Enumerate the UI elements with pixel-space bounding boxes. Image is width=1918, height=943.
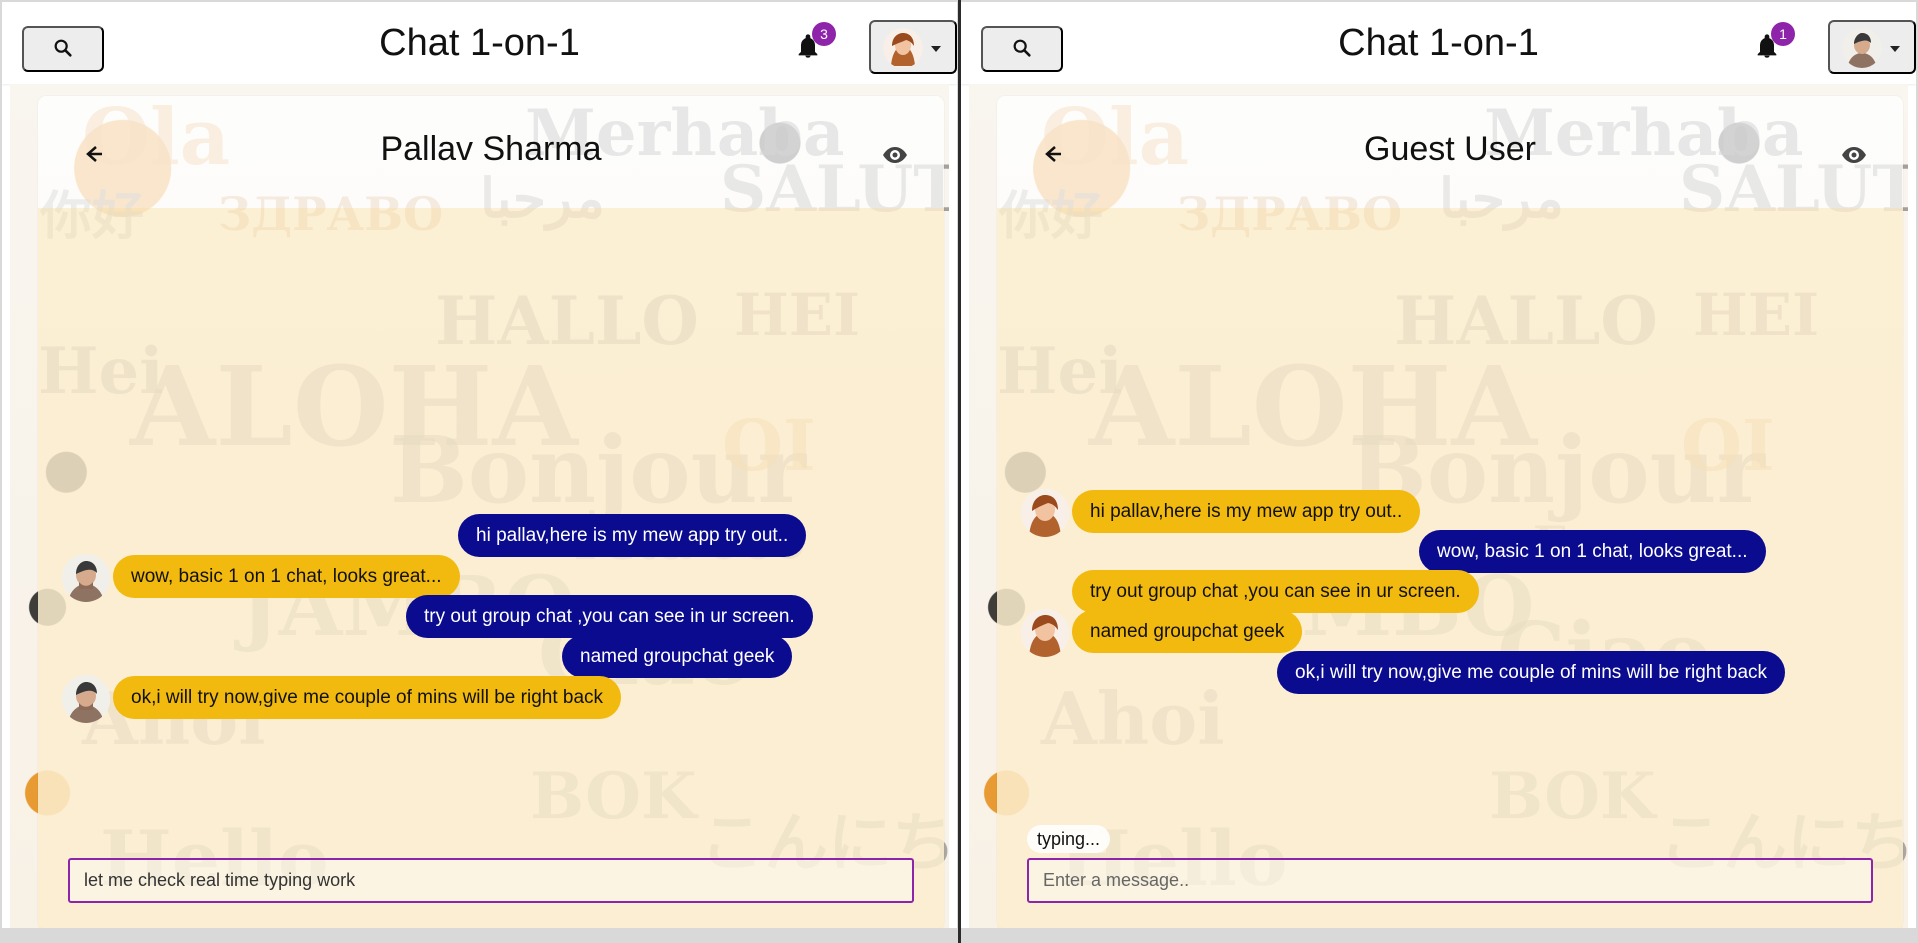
man-avatar-icon xyxy=(62,554,110,602)
message-input[interactable] xyxy=(1029,860,1871,901)
notifications-button[interactable]: 1 xyxy=(1753,22,1795,64)
profile-menu-button[interactable] xyxy=(1828,20,1916,74)
app-header: Chat 1-on-1 3 xyxy=(2,2,957,84)
message-input[interactable] xyxy=(70,860,912,901)
man-avatar-icon xyxy=(1842,28,1882,68)
back-arrow-icon[interactable] xyxy=(80,140,108,168)
message-bubble: wow, basic 1 on 1 chat, looks great... xyxy=(1419,530,1766,573)
profile-menu-button[interactable] xyxy=(869,20,957,74)
notification-badge: 3 xyxy=(812,22,836,46)
chat-header: Guest User xyxy=(997,96,1903,208)
message-bubble: wow, basic 1 on 1 chat, looks great... xyxy=(113,555,460,598)
man-avatar-icon xyxy=(62,675,110,723)
message-composer[interactable] xyxy=(1027,858,1873,903)
dual-chat-screenshot: Chat 1-on-1 3 Pallav Sharma hi pallav,he… xyxy=(0,0,1918,943)
message-bubble: ok,i will try now,give me couple of mins… xyxy=(113,676,622,719)
woman-avatar-icon xyxy=(883,28,923,68)
message-bubble: ok,i will try now,give me couple of mins… xyxy=(1277,651,1786,694)
message-area: hi pallav,here is my mew app try out.. w… xyxy=(38,208,944,928)
right-chat-window: Chat 1-on-1 1 Guest User hi pallav,here … xyxy=(961,2,1916,928)
woman-avatar-icon xyxy=(1021,609,1069,657)
search-icon xyxy=(1011,37,1033,62)
woman-avatar-icon xyxy=(1021,489,1069,537)
message-area: hi pallav,here is my mew app try out.. w… xyxy=(997,208,1903,928)
eye-icon[interactable] xyxy=(880,140,910,170)
message-bubble: try out group chat ,you can see in ur sc… xyxy=(406,595,813,638)
app-header: Chat 1-on-1 1 xyxy=(961,2,1916,84)
eye-icon[interactable] xyxy=(1839,140,1869,170)
bell-icon xyxy=(1753,34,1781,64)
message-list: hi pallav,here is my mew app try out.. w… xyxy=(997,208,1903,928)
bell-icon xyxy=(794,34,822,64)
chat-partner-name: Pallav Sharma xyxy=(380,130,602,168)
search-icon xyxy=(52,37,74,62)
message-bubble: try out group chat ,you can see in ur sc… xyxy=(1072,570,1479,613)
message-list: hi pallav,here is my mew app try out.. w… xyxy=(38,208,944,928)
left-chat-window: Chat 1-on-1 3 Pallav Sharma hi pallav,he… xyxy=(2,2,957,928)
chevron-down-icon xyxy=(1888,42,1902,56)
message-bubble: named groupchat geek xyxy=(562,635,793,678)
chat-partner-name: Guest User xyxy=(1364,130,1536,168)
search-button[interactable] xyxy=(981,26,1063,72)
search-button[interactable] xyxy=(22,26,104,72)
typing-indicator: typing... xyxy=(1027,825,1111,853)
back-arrow-icon[interactable] xyxy=(1039,140,1067,168)
chat-card: Guest User hi pallav,here is my mew app … xyxy=(997,96,1903,928)
notification-badge: 1 xyxy=(1771,22,1795,46)
message-bubble: hi pallav,here is my mew app try out.. xyxy=(458,514,807,557)
chat-header: Pallav Sharma xyxy=(38,96,944,208)
message-bubble: hi pallav,here is my mew app try out.. xyxy=(1072,490,1421,533)
chat-card: Pallav Sharma hi pallav,here is my mew a… xyxy=(38,96,944,928)
notifications-button[interactable]: 3 xyxy=(794,22,836,64)
chevron-down-icon xyxy=(929,42,943,56)
message-bubble: named groupchat geek xyxy=(1072,610,1303,653)
message-composer[interactable] xyxy=(68,858,914,903)
